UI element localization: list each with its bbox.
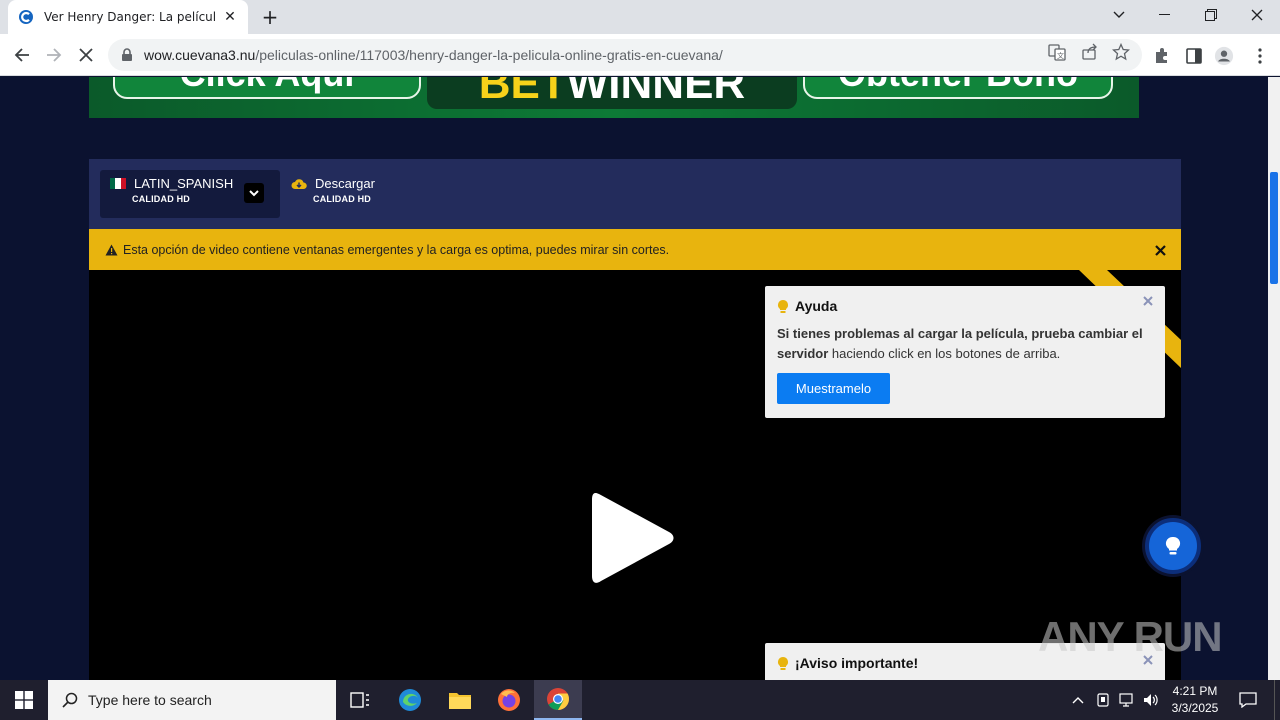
lightbulb-icon <box>1165 536 1181 555</box>
download-option[interactable]: Descargar CALIDAD HD <box>281 170 401 218</box>
search-placeholder: Type here to search <box>88 692 212 708</box>
start-button[interactable] <box>0 680 48 720</box>
tab-close-icon[interactable]: ✕ <box>222 9 238 25</box>
ad-brand-logo[interactable]: BET WINNER <box>427 77 797 109</box>
tab-title: Ver Henry Danger: La película Online <box>44 10 216 24</box>
network-icon[interactable] <box>1116 680 1138 720</box>
windows-logo-icon <box>15 691 33 709</box>
help-title: Ayuda <box>777 298 1153 314</box>
windows-taskbar: Type here to search 4:21 PM 3/3/2025 <box>0 680 1280 720</box>
ad-left-pill[interactable]: Click Aqui <box>113 77 421 99</box>
notifications-button[interactable] <box>1234 680 1262 720</box>
url-path: /peliculas-online/117003/henry-danger-la… <box>255 47 723 63</box>
side-panel-icon[interactable] <box>1184 46 1204 66</box>
close-window-button[interactable] <box>1234 0 1280 30</box>
lightbulb-icon <box>778 299 788 313</box>
profile-avatar-icon[interactable] <box>1214 46 1234 66</box>
url-host: wow.cuevana3.nu <box>144 47 256 63</box>
edge-app[interactable] <box>386 680 434 720</box>
warning-text: Esta opción de video contiene ventanas e… <box>123 242 670 257</box>
svg-text:文: 文 <box>1057 51 1064 60</box>
show-hidden-icons-button[interactable] <box>1068 680 1088 720</box>
menu-kebab-icon[interactable] <box>1250 46 1270 66</box>
stop-loading-button[interactable] <box>73 42 99 68</box>
chevron-up-icon <box>1072 697 1084 704</box>
notification-icon <box>1239 692 1257 708</box>
download-quality-label: CALIDAD HD <box>313 194 371 204</box>
share-icon[interactable] <box>1081 43 1099 61</box>
help-title-text: Ayuda <box>795 298 838 314</box>
cloud-download-icon <box>291 178 307 189</box>
lock-icon <box>122 48 132 61</box>
show-desktop-button[interactable] <box>1274 680 1280 720</box>
taskbar-search-box[interactable]: Type here to search <box>48 680 336 720</box>
clock-date: 3/3/2025 <box>1171 701 1219 715</box>
lightbulb-icon <box>778 656 788 670</box>
file-explorer-app[interactable] <box>436 680 484 720</box>
task-view-icon <box>350 692 369 708</box>
chevron-down-icon[interactable] <box>244 183 264 203</box>
translate-icon[interactable]: 文 <box>1048 43 1066 61</box>
floating-help-button[interactable] <box>1145 518 1201 574</box>
browser-toolbar: wow.cuevana3.nu/peliculas-online/117003/… <box>0 34 1280 76</box>
show-me-button[interactable]: Muestramelo <box>777 373 890 404</box>
edge-icon <box>399 689 421 711</box>
scrollbar-thumb[interactable] <box>1270 172 1278 284</box>
popup-warning-bar: Esta opción de video contiene ventanas e… <box>89 229 1181 270</box>
close-icon[interactable] <box>1151 241 1169 259</box>
chrome-icon <box>547 688 569 710</box>
ad-right-pill[interactable]: Obtener Bono <box>803 77 1113 99</box>
play-icon[interactable] <box>589 488 675 588</box>
folder-icon <box>449 693 471 709</box>
ad-banner[interactable]: Click Aqui BETWINNER Obtener Bono <box>89 77 1139 118</box>
search-icon <box>62 692 78 708</box>
server-selector-bar: LATIN_SPANISH CALIDAD HD Descargar CALID… <box>89 159 1181 229</box>
volume-icon[interactable] <box>1140 680 1162 720</box>
browser-titlebar: Ver Henry Danger: La película Online ✕ + <box>0 0 1280 34</box>
help-body-rest: haciendo click en los botones de arriba. <box>828 346 1061 361</box>
help-body: Si tienes problemas al cargar la películ… <box>777 324 1153 364</box>
forward-button[interactable] <box>41 42 67 68</box>
page-scrollbar[interactable] <box>1268 77 1280 680</box>
tab-search-icon[interactable] <box>1096 0 1142 30</box>
mexico-flag-icon <box>110 178 126 189</box>
server-language-label: LATIN_SPANISH <box>134 176 234 191</box>
taskbar-clock[interactable]: 4:21 PM 3/3/2025 <box>1164 683 1226 717</box>
minimize-button[interactable] <box>1142 0 1188 30</box>
device-tray-icon[interactable] <box>1092 680 1114 720</box>
anyrun-watermark: ANY RUN <box>1038 607 1223 667</box>
server-option-latin-spanish[interactable]: LATIN_SPANISH CALIDAD HD <box>100 170 280 218</box>
firefox-app[interactable] <box>485 680 533 720</box>
notice-title-text: ¡Aviso importante! <box>795 655 919 671</box>
new-tab-button[interactable]: + <box>258 5 282 29</box>
watermark-text: ANY RUN <box>1038 613 1223 660</box>
bookmark-star-icon[interactable] <box>1112 43 1130 61</box>
url-text: wow.cuevana3.nu/peliculas-online/117003/… <box>144 47 723 63</box>
chrome-app[interactable] <box>534 680 582 720</box>
restore-button[interactable] <box>1188 0 1234 30</box>
clock-time: 4:21 PM <box>1172 684 1218 698</box>
download-label: Descargar <box>315 176 375 191</box>
ad-brand-b: WINNER <box>566 77 746 108</box>
warning-triangle-icon <box>105 244 118 255</box>
page-viewport: Click Aqui BETWINNER Obtener Bono LATIN_… <box>0 77 1268 680</box>
firefox-icon <box>498 689 520 711</box>
help-close-icon[interactable] <box>1141 294 1155 308</box>
ad-brand-a: BET <box>478 77 567 108</box>
help-popup: Ayuda Si tienes problemas al cargar la p… <box>765 286 1165 418</box>
extensions-puzzle-icon[interactable] <box>1152 46 1172 66</box>
address-bar[interactable]: wow.cuevana3.nu/peliculas-online/117003/… <box>108 39 1142 71</box>
back-button[interactable] <box>9 42 35 68</box>
player-container: LATIN_SPANISH CALIDAD HD Descargar CALID… <box>89 159 1181 680</box>
browser-tab[interactable]: Ver Henry Danger: La película Online ✕ <box>8 0 248 34</box>
cuevana-favicon-icon <box>19 10 33 24</box>
task-view-button[interactable] <box>336 680 384 720</box>
